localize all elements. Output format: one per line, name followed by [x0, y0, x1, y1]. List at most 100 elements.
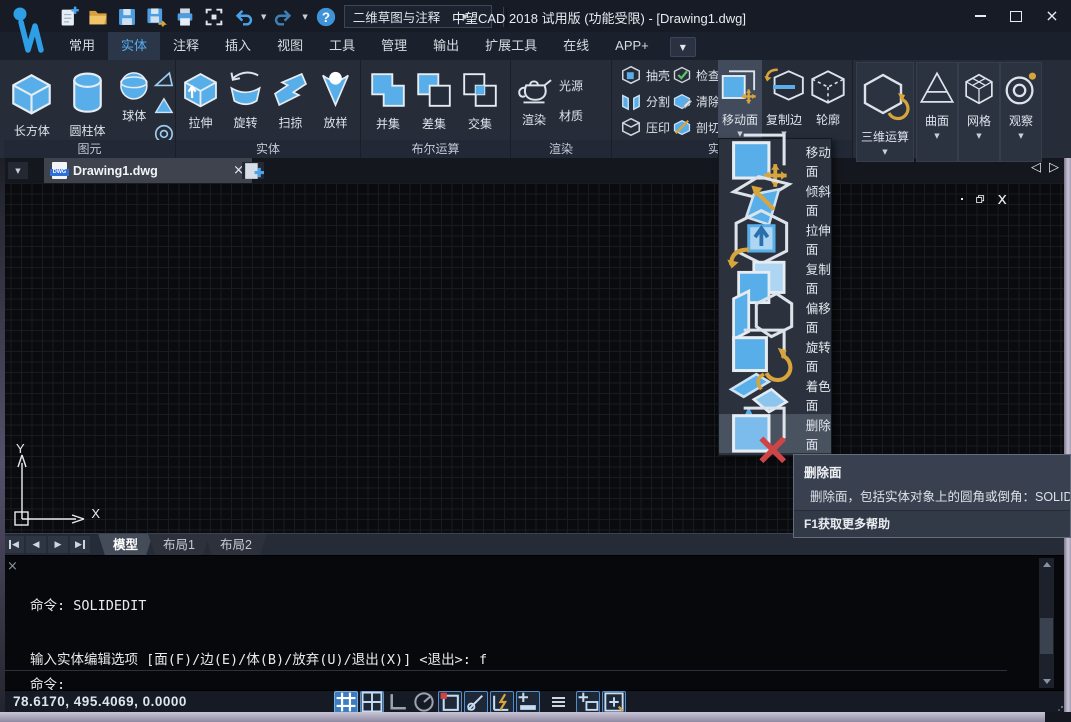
save-button[interactable] [116, 6, 138, 28]
intersect-button[interactable]: 交集 [457, 63, 503, 139]
light-button[interactable]: 光源 [555, 73, 583, 97]
document-tab-drawing1[interactable]: DWG Drawing1.dwg × [44, 158, 252, 183]
annotation-autoscale-toggle[interactable] [602, 691, 626, 713]
undo-dropdown-caret[interactable]: ▼ [261, 13, 266, 21]
help-button[interactable]: ? [315, 6, 337, 28]
imprint-button[interactable]: 压印 [620, 115, 670, 139]
command-close-icon[interactable]: × [7, 559, 18, 574]
first-layout-icon[interactable]: ◀ [4, 536, 24, 553]
command-history-line: 输入实体编辑选项 [面(F)/边(E)/体(B)/放弃(U)/退出(X)] <退… [30, 651, 1001, 669]
cone-icon[interactable] [153, 96, 175, 118]
sweep-button[interactable]: 扫掠 [268, 63, 313, 139]
grid-display-toggle[interactable] [334, 691, 358, 713]
wedge-icon[interactable] [153, 69, 175, 91]
command-scrollbar[interactable] [1039, 558, 1054, 688]
loft-button[interactable]: 放样 [313, 63, 358, 139]
tooltip-description: 删除面，包括实体对象上的圆角或倒角：SOLIDED [794, 483, 1070, 505]
tab-scroll-right-icon[interactable]: ▷ [1049, 160, 1059, 175]
surface-button[interactable]: 曲面 ▼ [916, 62, 958, 162]
annotation-visibility-toggle[interactable] [576, 691, 600, 713]
solid-operation-button[interactable]: 三维运算 ▼ [856, 62, 914, 162]
tab-gongju[interactable]: 工具 [316, 32, 368, 60]
mesh-icon [959, 69, 999, 109]
new-file-button[interactable] [58, 6, 80, 28]
maximize-button[interactable] [1005, 6, 1027, 26]
ribbon-body: 长方体 圆柱体 球体 图元 [0, 60, 1071, 159]
print-button[interactable] [174, 6, 196, 28]
panel-boolean: 并集 差集 交集 布尔运算 [361, 60, 511, 158]
check-button[interactable]: 检查 [672, 63, 720, 87]
status-menu-icon[interactable] [546, 691, 570, 713]
loft-icon [313, 67, 358, 112]
scroll-down-icon[interactable] [1043, 679, 1051, 684]
doc-close-window-icon[interactable]: x [998, 191, 1007, 207]
doc-restore-icon[interactable] [976, 195, 985, 204]
tab-shiti[interactable]: 实体 [108, 32, 160, 60]
layout-tab-layout2[interactable]: 布局2 [205, 534, 267, 556]
scroll-up-icon[interactable] [1043, 562, 1051, 567]
tab-guanli[interactable]: 管理 [368, 32, 420, 60]
box-button[interactable]: 长方体 [4, 63, 60, 139]
separate-button[interactable]: 分割 [620, 89, 670, 113]
polar-tracking-toggle[interactable] [412, 691, 436, 713]
layout-tab-layout1[interactable]: 布局1 [148, 534, 210, 556]
ortho-toggle[interactable] [386, 691, 410, 713]
last-layout-icon[interactable]: ▶ [70, 536, 90, 553]
tab-kuozhan[interactable]: 扩展工具 [472, 32, 550, 60]
app-logo [8, 4, 50, 56]
sphere-button[interactable]: 球体 [115, 63, 153, 139]
layout-tab-model[interactable]: 模型 [98, 534, 153, 556]
tooltip-help-hint: F1获取更多帮助 [794, 510, 1070, 537]
object-snap-toggle[interactable] [438, 691, 462, 713]
imprint-icon [620, 116, 642, 138]
object-snap-tracking-toggle[interactable] [464, 691, 488, 713]
tab-charu[interactable]: 插入 [212, 32, 264, 60]
mesh-button[interactable]: 网格 ▼ [958, 62, 1000, 162]
close-button[interactable]: × [1041, 6, 1063, 26]
slice-button[interactable]: 剖切 [672, 115, 720, 139]
observe-caret: ▼ [1018, 132, 1023, 140]
open-file-button[interactable] [87, 6, 109, 28]
next-layout-icon[interactable]: ▶ [48, 536, 68, 553]
lineweight-toggle[interactable] [516, 691, 540, 713]
tab-scroll-left-icon[interactable]: ◁ [1031, 160, 1041, 175]
render-button[interactable]: 渲染 [513, 63, 555, 139]
revolve-button[interactable]: 旋转 [223, 63, 268, 139]
shell-button[interactable]: 抽壳 [620, 63, 670, 87]
save-as-button[interactable] [145, 6, 167, 28]
tab-shitu[interactable]: 视图 [264, 32, 316, 60]
tab-changyong[interactable]: 常用 [56, 32, 108, 60]
tab-zaixian[interactable]: 在线 [550, 32, 602, 60]
clean-icon [672, 91, 692, 111]
tab-shuchu[interactable]: 输出 [420, 32, 472, 60]
redo-button[interactable] [273, 6, 295, 28]
undo-button[interactable] [232, 6, 254, 28]
doc-minimize-icon[interactable] [961, 198, 963, 200]
tab-app-plus[interactable]: APP+ [602, 32, 662, 60]
cylinder-button[interactable]: 圆柱体 [60, 63, 116, 139]
canvas-vertical-scrollbar[interactable] [1064, 158, 1071, 712]
subtract-button[interactable]: 差集 [411, 63, 457, 139]
dynamic-ucs-toggle[interactable] [490, 691, 514, 713]
tab-zhushi[interactable]: 注释 [160, 32, 212, 60]
box-icon [5, 67, 58, 120]
shell-icon [620, 64, 642, 86]
menu-item-delete-face[interactable]: 删除面 [719, 414, 831, 453]
union-button[interactable]: 并集 [365, 63, 411, 139]
command-line-window[interactable]: × 命令: SOLIDEDIT 输入实体编辑选项 [面(F)/边(E)/体(B)… [0, 555, 1071, 691]
extrude-button[interactable]: 拉伸 [178, 63, 223, 139]
ribbon-minimize-button[interactable]: ▼ [670, 37, 696, 57]
redo-dropdown-caret[interactable]: ▼ [302, 13, 307, 21]
profile-button[interactable]: 轮廓 [806, 60, 850, 145]
separate-icon [620, 90, 642, 112]
observe-button[interactable]: 观察 ▼ [1000, 62, 1042, 162]
plot-preview-button[interactable] [203, 6, 225, 28]
prev-layout-icon[interactable]: ◀ [26, 536, 46, 553]
new-document-button[interactable] [242, 162, 264, 179]
material-button[interactable]: 材质 [555, 103, 583, 127]
doc-list-dropdown[interactable]: ▼ [8, 162, 28, 179]
scroll-thumb[interactable] [1040, 618, 1053, 654]
clean-button[interactable]: 清除 [672, 89, 720, 113]
snap-toggle[interactable] [360, 691, 384, 713]
minimize-button[interactable] [969, 6, 991, 26]
